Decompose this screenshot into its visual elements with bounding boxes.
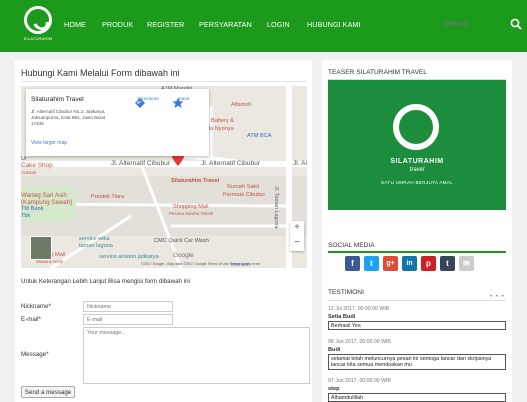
testimoni-name: step	[328, 386, 340, 392]
teaser-brand: SILATURAHIM	[390, 158, 444, 165]
top-navbar: SILATURAHIM HOME PRODUK REGISTER PERSYAR…	[0, 0, 527, 52]
form-caption: Untuk Keterangan Lebih Lanjut Bisa mengi…	[21, 278, 190, 285]
contact-panel: Hubungi Kami Melalui Form dibawah ini A1…	[15, 60, 312, 402]
page-title: Hubungi Kami Melalui Form dibawah ini	[21, 68, 180, 78]
map-label-google: Google	[173, 252, 194, 259]
testimoni-date: 12 Jul 2017, 00:00:00 WIB	[328, 306, 390, 312]
map-label-atm-bca: ATM BCA	[247, 133, 272, 139]
testimoni-title: TESTIMONI	[328, 289, 364, 296]
map-label-road-2: Jl. Alternatif Cibubur	[201, 160, 261, 167]
teaser-sub: travel	[409, 167, 425, 173]
map-label-shopping: Shopping Mall	[173, 204, 209, 210]
zoom-in-button[interactable]: +	[290, 221, 304, 236]
directions-button[interactable]: Directions	[134, 97, 162, 108]
social-icons: f t g+ in p t ✉	[345, 256, 478, 271]
zoom-control: + −	[290, 221, 304, 251]
map-info-card: Silaturahim Travel Jl. Alternatif Cibubu…	[26, 89, 209, 156]
search-icon[interactable]	[510, 18, 522, 30]
facebook-icon[interactable]: f	[345, 256, 360, 271]
map-label-aniston: service aniston jatikarya	[99, 254, 159, 260]
message-field[interactable]	[83, 327, 310, 384]
twitter-icon[interactable]: t	[364, 256, 379, 271]
map-label-kampung: (Kampung Sawah)	[21, 199, 73, 206]
testimoni-text: selamat telah meluncurnya pesan ini semo…	[328, 354, 506, 370]
send-message-button[interactable]: Send a message	[21, 386, 75, 398]
pinterest-icon[interactable]: p	[421, 256, 436, 271]
nav-register[interactable]: REGISTER	[147, 20, 199, 29]
teaser-video[interactable]: SILATURAHIM travel SATU UMRAH BERJUTA AM…	[328, 80, 506, 210]
tumblr-icon[interactable]: t	[440, 256, 455, 271]
testimoni-text: Berhasil Yes	[328, 321, 506, 330]
nickname-label: Nickname*	[21, 303, 51, 310]
logo-text: SILATURAHIM	[23, 36, 53, 41]
nav-login[interactable]: LOGIN	[267, 20, 307, 29]
teaser-tagline: SATU UMRAH BERJUTA AMAL	[380, 180, 454, 185]
divider	[21, 81, 306, 82]
divider	[328, 300, 506, 301]
message-label: Message*	[21, 351, 49, 358]
directions-icon	[135, 98, 145, 108]
testimoni-text: Alhamdulillah	[328, 393, 506, 402]
sidebar: TEASER SILATURAHIM TRAVEL SILATURAHIM tr…	[322, 60, 512, 402]
map-label-pondok: Pondok Tiara	[91, 194, 124, 200]
brand-logo[interactable]: SILATURAHIM	[20, 6, 56, 44]
map-label-taman: Jl. Taman Laguna	[273, 186, 279, 229]
email-icon[interactable]: ✉	[459, 256, 474, 271]
social-title: SOCIAL MEDIA	[328, 242, 375, 249]
map-label-road-3: Jl. Al	[293, 160, 307, 167]
map-label-wika: service wika	[79, 236, 110, 242]
map-label-permata: Permata Cibubur	[223, 192, 266, 198]
map-label-warteg: Warteg Sari Asih	[21, 192, 67, 199]
testimoni-name: Budi	[328, 347, 341, 353]
place-address: Jl. Alternatif Cibubur No.2, Jatikarya, …	[31, 109, 106, 126]
map-label-cake-shop: Cake Shop	[21, 162, 53, 169]
main-nav: HOME PRODUK REGISTER PERSYARATAN LOGIN H…	[64, 20, 367, 29]
email-field[interactable]	[83, 314, 173, 325]
star-icon	[172, 97, 184, 108]
view-larger-map-link[interactable]: View larger map	[31, 140, 67, 146]
zoom-out-button[interactable]: −	[290, 236, 304, 251]
nav-produk[interactable]: PRODUK	[102, 20, 147, 29]
testimoni-date: 07 Jun 2017, 00:00:00 WIB	[328, 378, 391, 384]
nickname-field[interactable]	[83, 301, 173, 312]
logo-icon	[24, 6, 52, 34]
map-label-road-1: Jl. Alternatif Cibubur	[111, 160, 171, 167]
google-plus-icon[interactable]: g+	[383, 256, 398, 271]
teaser-logo-icon	[393, 104, 439, 150]
testimoni-date: 08 Jun 2017, 00:00:00 WIB	[328, 339, 391, 345]
map-label-silaturahim: Silaturahim Travel	[171, 178, 220, 184]
place-name: Silaturahim Travel	[31, 96, 84, 103]
email-label: E-mail*	[21, 316, 41, 323]
map-label-battery: Battery &	[211, 118, 235, 124]
map-attribution[interactable]: ©2017 Google - Map data ©2017 Google Ter…	[141, 262, 260, 266]
map-label-alfamidi: Alfamidi	[231, 102, 251, 108]
nav-persyaratan[interactable]: PERSYARATAN	[199, 20, 267, 29]
map-label-tm-bank: TM Bank	[21, 206, 44, 212]
nav-home[interactable]: HOME	[64, 20, 102, 29]
map-label-laguna: taman laguna	[79, 243, 113, 249]
teaser-title: TEASER SILATURAHIM TRAVEL	[328, 69, 427, 76]
save-place-button[interactable]: Save	[172, 97, 196, 108]
testimoni-name: Setia Budi	[328, 314, 356, 320]
map-label-cmc: CMC Quick Car Wash	[154, 238, 209, 244]
linkedin-icon[interactable]: in	[402, 256, 417, 271]
search-input[interactable]	[444, 19, 504, 28]
divider	[328, 251, 506, 253]
map-label-tbk: Tbk	[21, 213, 31, 219]
street-view-thumbnail[interactable]	[30, 236, 52, 260]
embedded-map[interactable]: A1M Mandiri Alfamidi Battery & da Nyonya…	[21, 86, 307, 268]
map-label-arasan: AraSari	[21, 170, 37, 175]
nav-hubungi-kami[interactable]: HUBUNGI KAMI	[307, 20, 367, 29]
map-label-pesona: Pesona Saraha Tehnik	[169, 211, 214, 216]
map-label-rs: Rumah Sakit	[227, 184, 260, 190]
map-label-nyonya: da Nyonya	[207, 126, 234, 132]
